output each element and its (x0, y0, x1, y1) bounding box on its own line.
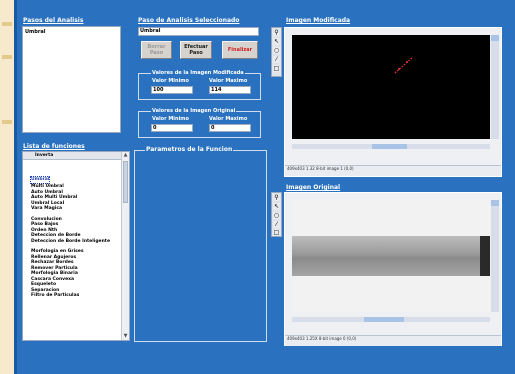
modificada-vscroll[interactable] (491, 35, 499, 139)
original-band-light (292, 236, 482, 276)
original-min-label: Valor Minimo (152, 116, 189, 122)
zoom-icon[interactable]: ⚲ (273, 194, 280, 201)
scroll-up-arrow-icon[interactable]: ▲ (122, 152, 129, 159)
left-strip-item-3 (2, 120, 12, 124)
funciones-scrollbar[interactable]: ▲ ▼ (121, 152, 129, 340)
imagen-original-canvas[interactable] (292, 200, 490, 312)
funciones-title: Lista de funciones (23, 143, 85, 150)
rectangle-icon[interactable]: □ (273, 65, 280, 72)
original-max-field[interactable]: 0 (209, 124, 251, 132)
line-icon[interactable]: ⁄ (273, 56, 280, 63)
pasos-list[interactable]: Umbral (22, 26, 121, 133)
function-list-item[interactable]: Umbral (29, 176, 51, 184)
funciones-header-label: Inverta (35, 153, 54, 158)
original-statusbar: 409x403 1.25X 8-bit image 0 (0,0) (285, 335, 501, 346)
rectangle-icon[interactable]: □ (273, 229, 280, 236)
pan-icon[interactable]: ○ (273, 212, 280, 219)
modificada-statusbar: 409x403 1.32 8-bit image 1 (0,0) (285, 165, 501, 176)
imagen-modificada-title: Imagen Modificada (286, 17, 351, 24)
original-max-label: Valor Maximo (209, 116, 248, 122)
function-list-item[interactable]: Deteccion de Borde Inteligente (31, 239, 121, 245)
line-icon[interactable]: ⁄ (273, 221, 280, 228)
modificada-hscroll-thumb[interactable] (372, 144, 407, 149)
zoom-icon[interactable]: ⚲ (273, 29, 280, 36)
original-hscroll[interactable] (292, 317, 490, 322)
left-background-strip-divider (14, 0, 17, 374)
function-list-item[interactable]: Filtro de Particulas (31, 293, 121, 299)
modificada-vscroll-thumb[interactable] (491, 35, 499, 41)
original-vscroll[interactable] (491, 200, 499, 312)
funciones-list[interactable]: Inverta Umbral Multi Umbral Auto Umbral Aut… (22, 151, 130, 341)
modificada-min-label: Valor Minimo (152, 78, 189, 84)
parametros-panel: Parametros de la Funcion (134, 146, 267, 342)
original-vscroll-thumb[interactable] (491, 200, 499, 206)
modificada-max-label: Valor Maximo (209, 78, 248, 84)
efectuar-paso-label: Efectuar Paso (184, 44, 208, 56)
imagen-modificada-frame: 409x403 1.32 8-bit image 1 (0,0) (284, 27, 502, 177)
original-band-dark (480, 236, 490, 276)
borrar-paso-label: Borrar Paso (147, 44, 166, 56)
original-values-title: Valores de la Imagen Original (151, 108, 237, 114)
pointer-icon[interactable]: ↖ (273, 203, 280, 210)
original-hscroll-thumb[interactable] (364, 317, 404, 322)
original-toolbar: ⚲ ↖ ○ ⁄ □ (271, 192, 282, 237)
scroll-down-arrow-icon[interactable]: ▼ (122, 333, 129, 340)
finalizar-label: Finalizar (227, 47, 253, 53)
funciones-header: Inverta (23, 152, 122, 160)
pasos-title: Pasos del Analisis (23, 17, 84, 24)
imagen-original-title: Imagen Original (286, 184, 341, 191)
modificada-max-field[interactable]: 114 (209, 86, 251, 94)
modificada-values-title: Valores de la Imagen Modificada (151, 70, 245, 76)
left-strip-item-1 (2, 22, 12, 26)
original-values-group: Valores de la Imagen Original Valor Mini… (138, 108, 261, 138)
seleccionado-title: Paso de Analisis Seleccionado (138, 17, 240, 24)
pan-icon[interactable]: ○ (273, 47, 280, 54)
pasos-list-item[interactable]: Umbral (23, 27, 120, 35)
efectuar-paso-button[interactable]: Efectuar Paso (180, 41, 212, 59)
modificada-min-field[interactable]: 100 (151, 86, 193, 94)
modificada-values-group: Valores de la Imagen Modificada Valor Mi… (138, 70, 261, 100)
modificada-red-marks (394, 56, 414, 74)
parametros-title: Parametros de la Funcion (145, 146, 234, 153)
imagen-original-frame: 409x403 1.25X 8-bit image 0 (0,0) (284, 192, 502, 346)
modificada-toolbar: ⚲ ↖ ○ ⁄ □ (271, 27, 282, 77)
pointer-icon[interactable]: ↖ (273, 38, 280, 45)
seleccionado-field[interactable]: Umbral (138, 27, 259, 36)
modificada-hscroll[interactable] (292, 144, 490, 149)
imagen-modificada-canvas[interactable] (292, 35, 490, 139)
finalizar-button[interactable]: Finalizar (222, 41, 258, 59)
funciones-items: Umbral Multi Umbral Auto Umbral Auto Multi … (29, 165, 121, 299)
left-strip-item-2 (2, 55, 12, 59)
scroll-thumb[interactable] (123, 161, 128, 203)
original-min-field[interactable]: 0 (151, 124, 193, 132)
borrar-paso-button[interactable]: Borrar Paso (141, 41, 172, 59)
